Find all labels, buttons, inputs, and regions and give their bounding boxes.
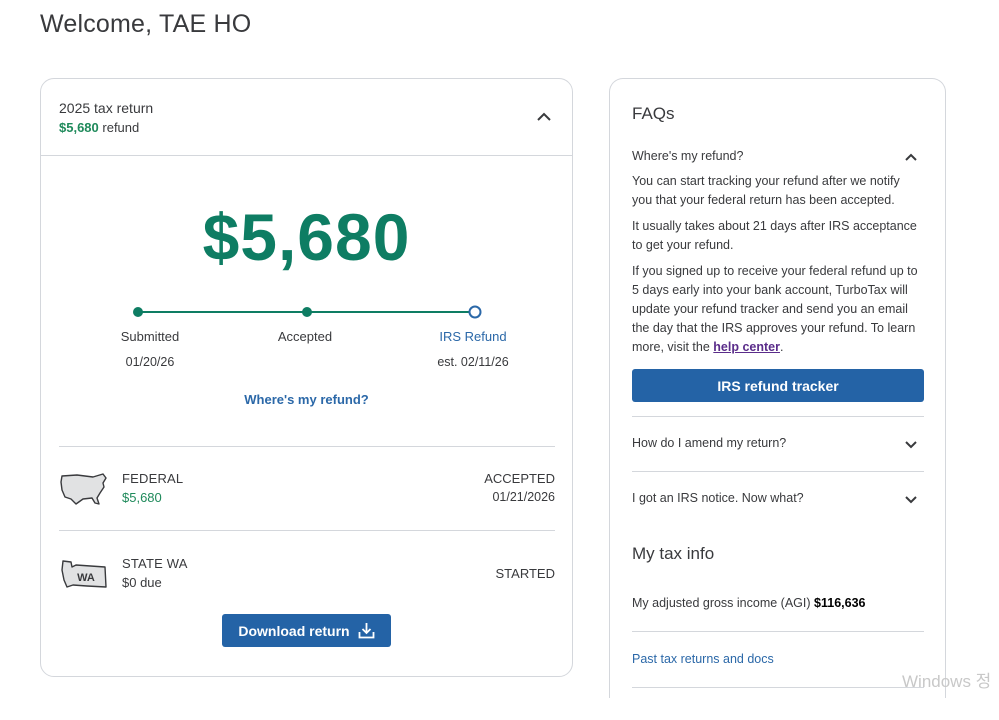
state-due-amount: $0 due bbox=[122, 575, 162, 590]
state-badge-text: WA bbox=[77, 572, 95, 584]
wheres-my-refund-link[interactable]: Where's my refund? bbox=[41, 392, 572, 407]
agi-row: My adjusted gross income (AGI) $116,636 bbox=[632, 596, 865, 610]
tax-return-header[interactable]: 2025 tax return $5,680 refund bbox=[41, 79, 572, 156]
step-submitted-dot bbox=[133, 307, 143, 317]
step-accepted-label: Accepted bbox=[277, 329, 333, 344]
faq-answer-period: . bbox=[779, 340, 784, 354]
irs-refund-tracker-button[interactable]: IRS refund tracker bbox=[632, 369, 924, 402]
my-tax-info-title: My tax info bbox=[632, 544, 715, 563]
refund-summary-word: refund bbox=[102, 120, 140, 135]
step-accepted-dot bbox=[302, 307, 312, 317]
usa-map-icon bbox=[60, 473, 107, 505]
washington-state-map-icon: WA bbox=[61, 560, 107, 588]
state-row: WA STATE WA $0 due STARTED bbox=[59, 556, 555, 616]
chevron-up-icon[interactable] bbox=[536, 109, 552, 125]
federal-refund-amount: $5,680 bbox=[122, 490, 162, 505]
step-submitted-date: 01/20/26 bbox=[125, 355, 175, 369]
step-irs-refund-date: est. 02/11/26 bbox=[437, 355, 509, 369]
agi-value: $116,636 bbox=[814, 596, 866, 610]
faq-answer-paragraph-2: It usually takes about 21 days after IRS… bbox=[632, 219, 917, 252]
refund-summary-amount: $5,680 bbox=[59, 120, 99, 135]
return-title: 2025 tax return bbox=[59, 100, 154, 116]
faq-answer-paragraph-1: You can start tracking your refund after… bbox=[632, 174, 900, 207]
download-return-label: Download return bbox=[238, 622, 350, 639]
divider bbox=[59, 446, 555, 447]
refund-big-amount: $5,680 bbox=[202, 200, 411, 274]
faq-question-amend-return[interactable]: How do I amend my return? bbox=[632, 436, 786, 450]
chevron-down-icon[interactable] bbox=[904, 437, 918, 451]
divider bbox=[632, 471, 924, 472]
divider bbox=[59, 530, 555, 531]
chevron-up-icon[interactable] bbox=[904, 150, 918, 164]
step-irs-refund-label[interactable]: IRS Refund bbox=[403, 329, 543, 344]
refund-progress-tracker bbox=[133, 305, 482, 319]
agi-label: My adjusted gross income (AGI) bbox=[632, 596, 811, 610]
state-name: STATE WA bbox=[122, 556, 188, 571]
federal-status-date: 01/21/2026 bbox=[492, 490, 555, 504]
chevron-down-icon[interactable] bbox=[904, 492, 918, 506]
divider bbox=[632, 416, 924, 417]
faq-answer-paragraph-3: If you signed up to receive your federal… bbox=[632, 262, 922, 357]
page-title: Welcome, TAE HO bbox=[40, 10, 252, 38]
state-status: STARTED bbox=[495, 566, 555, 581]
federal-status: ACCEPTED bbox=[484, 471, 555, 486]
download-icon bbox=[358, 623, 375, 639]
past-tax-returns-link[interactable]: Past tax returns and docs bbox=[632, 652, 774, 666]
divider bbox=[632, 687, 924, 688]
step-submitted-label: Submitted bbox=[120, 329, 180, 344]
federal-name: FEDERAL bbox=[122, 471, 184, 486]
faq-title: FAQs bbox=[632, 104, 675, 123]
download-return-button[interactable]: Download return bbox=[222, 614, 391, 647]
federal-row: FEDERAL $5,680 ACCEPTED 01/21/2026 bbox=[59, 471, 555, 531]
faq-card: FAQs Where's my refund? You can start tr… bbox=[609, 78, 946, 698]
faq-question-wheres-my-refund[interactable]: Where's my refund? bbox=[632, 149, 743, 163]
faq-question-irs-notice[interactable]: I got an IRS notice. Now what? bbox=[632, 491, 804, 505]
refund-summary: $5,680 refund bbox=[59, 120, 139, 135]
windows-activation-watermark: Windows 정 bbox=[902, 672, 992, 691]
divider bbox=[632, 631, 924, 632]
tax-return-card: 2025 tax return $5,680 refund $5,680 Sub… bbox=[40, 78, 573, 677]
step-refund-dot bbox=[468, 305, 482, 319]
help-center-link[interactable]: help center bbox=[713, 340, 780, 354]
